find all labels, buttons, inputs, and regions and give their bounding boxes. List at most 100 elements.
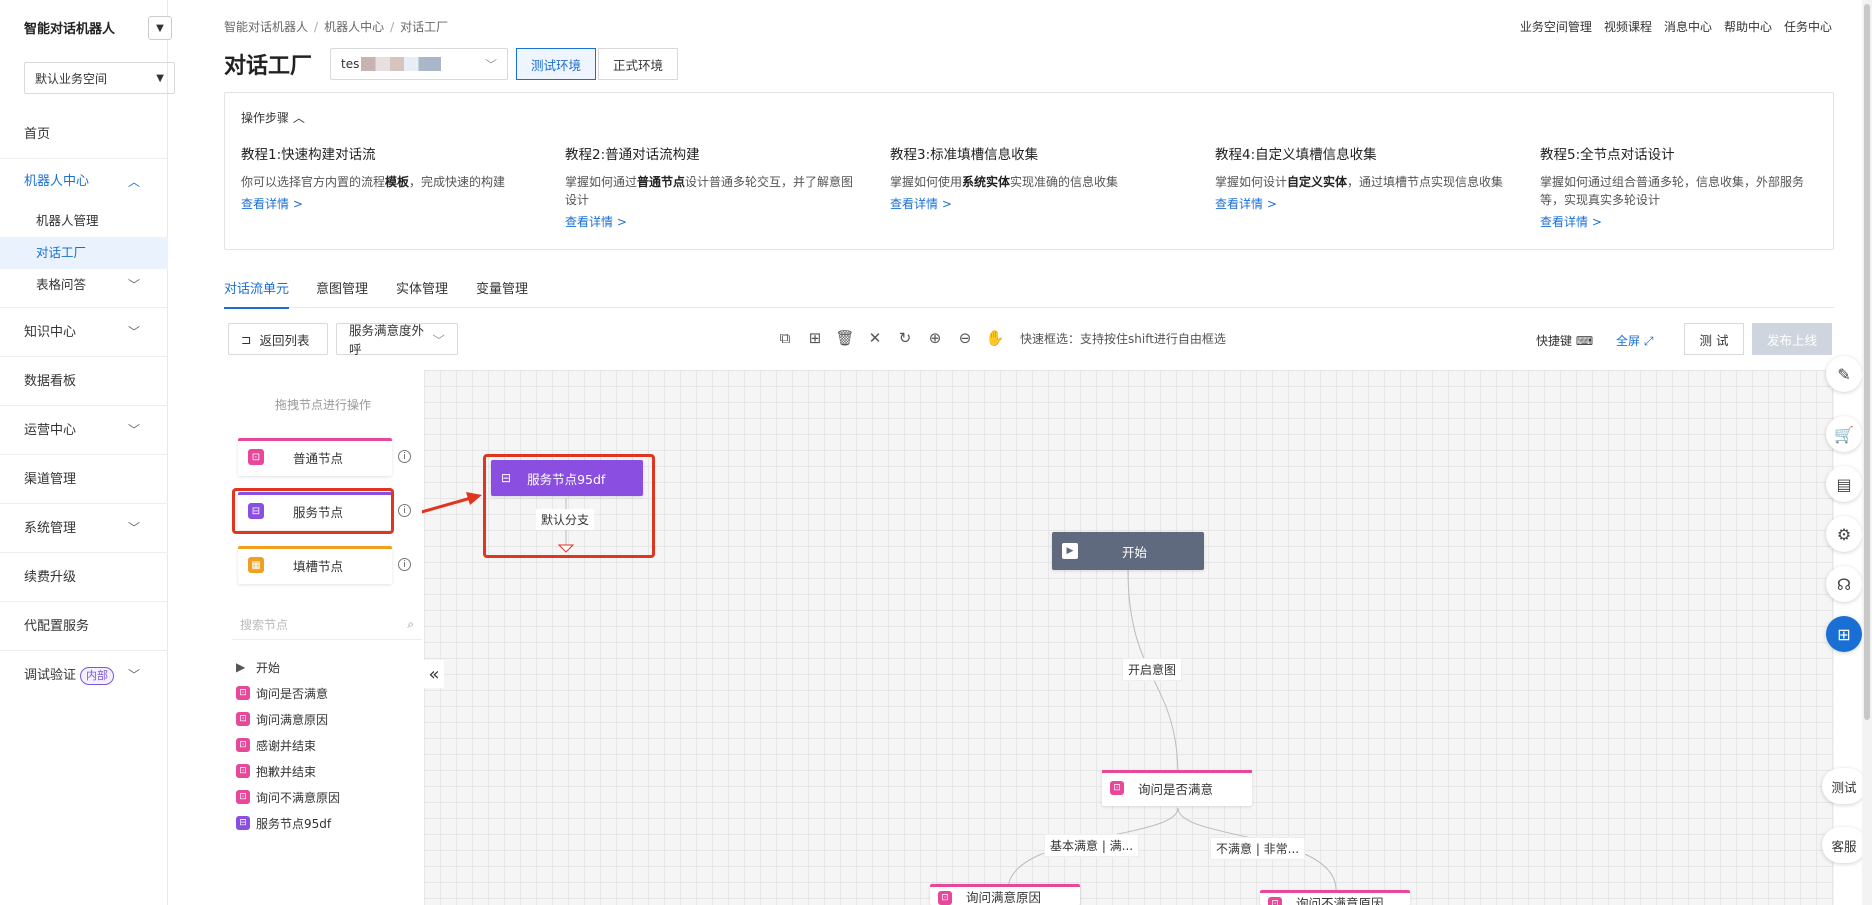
chevron-up-icon: ︿ xyxy=(127,175,140,189)
bot-select[interactable]: tes ﹀ xyxy=(330,48,508,80)
shortcut-button[interactable]: 快捷键 ⌨ xyxy=(1536,332,1593,349)
flow-normal-node[interactable]: ⊡ 询问是否满意 xyxy=(1102,770,1252,806)
tutorial-more-link[interactable]: 查看详情 > xyxy=(1215,195,1515,212)
sidebar-item-operations[interactable]: 运营中心 ﹀ xyxy=(0,406,168,455)
tab-dialog-flow[interactable]: 对话流单元 xyxy=(224,278,290,309)
sidebar-item-bot-management[interactable]: 机器人管理 xyxy=(0,205,168,237)
edge-label-open-intent[interactable]: 开启意图 xyxy=(1122,658,1183,681)
tutorial-more-link[interactable]: 查看详情 > xyxy=(241,195,541,212)
edit-float-button[interactable]: ✎ xyxy=(1826,356,1862,392)
sidebar-item-debug[interactable]: 调试验证 内部 ﹀ xyxy=(0,651,168,700)
flow-select[interactable]: 服务满意度外呼 ﹀ xyxy=(336,323,458,357)
pencil-icon: ✎ xyxy=(1837,364,1851,384)
tree-item-start[interactable]: ▶ 开始 xyxy=(236,654,340,680)
fullscreen-button[interactable]: 全屏 ⤢ xyxy=(1616,332,1653,349)
tree-item-label: 询问是否满意 xyxy=(256,686,329,701)
sidebar-collapse-button[interactable]: ▼ xyxy=(148,16,172,40)
sidebar-item-knowledge[interactable]: 知识中心 ﹀ xyxy=(0,308,168,357)
apps-float-button[interactable]: ⊞ xyxy=(1826,616,1862,652)
edge-label-satisfied[interactable]: 基本满意 | 满... xyxy=(1044,834,1140,857)
tree-item[interactable]: ⊡ 询问是否满意 xyxy=(236,680,340,706)
topnav-help[interactable]: 帮助中心 xyxy=(1724,18,1772,35)
sidebar-item-dashboard[interactable]: 数据看板 xyxy=(0,357,168,406)
scrollbar-thumb[interactable] xyxy=(1864,4,1870,720)
palette-slot-node[interactable]: ▦ 填槽节点 xyxy=(238,546,392,584)
publish-button[interactable]: 发布上线 xyxy=(1752,323,1832,355)
tutorial-more-link[interactable]: 查看详情 > xyxy=(565,213,865,230)
delete-icon[interactable]: 🗑 xyxy=(835,329,854,347)
info-icon[interactable]: i xyxy=(398,504,411,517)
settings-float-button[interactable]: ⚙ xyxy=(1826,516,1862,552)
palette-normal-node[interactable]: ⊡ 普通节点 xyxy=(238,438,392,476)
tutorial-more-link[interactable]: 查看详情 > xyxy=(890,195,1190,212)
slot-icon: ▦ xyxy=(248,557,264,573)
tree-item[interactable]: ⊡ 感谢并结束 xyxy=(236,732,340,758)
flow-normal-node[interactable]: ⊡ 询问满意原因 xyxy=(930,884,1080,905)
hand-icon[interactable]: ✋ xyxy=(986,329,1005,347)
tab-intent[interactable]: 意图管理 xyxy=(316,278,368,307)
tutorial-more-link[interactable]: 查看详情 > xyxy=(1540,213,1825,230)
sidebar-item-bot-center[interactable]: 机器人中心 ︿ xyxy=(0,159,168,205)
sidebar-item-label: 表格问答 xyxy=(36,277,87,292)
flow-start-node[interactable]: ▶ 开始 xyxy=(1052,532,1204,570)
test-button[interactable]: 测 试 xyxy=(1684,323,1744,355)
float-service-button[interactable]: 客服 xyxy=(1822,827,1866,863)
topnav-video[interactable]: 视频课程 xyxy=(1604,18,1652,35)
env-prod-button[interactable]: 正式环境 xyxy=(598,48,679,80)
flow-select-value: 服务满意度外呼 xyxy=(349,323,425,357)
tree-item[interactable]: ⊡ 抱歉并结束 xyxy=(236,758,340,784)
tutorial-desc: 你可以选择官方内置的流程模板，完成快速的构建 xyxy=(241,175,506,189)
close-icon[interactable]: ✕ xyxy=(866,329,884,347)
topnav-messages[interactable]: 消息中心 xyxy=(1664,18,1712,35)
zoom-in-icon[interactable]: ⊕ xyxy=(926,329,944,347)
breadcrumb-item[interactable]: 智能对话机器人 xyxy=(224,20,308,34)
info-icon[interactable]: i xyxy=(398,558,411,571)
tree-item[interactable]: ⊟ 服务节点95df xyxy=(236,810,340,836)
edge-label-unsatisfied[interactable]: 不满意 | 非常... xyxy=(1210,837,1306,860)
topnav-tasks[interactable]: 任务中心 xyxy=(1784,18,1832,35)
sidebar-item-table-qa[interactable]: 表格问答 ﹀ xyxy=(0,269,168,301)
sidebar-item-renewal[interactable]: 续费升级 xyxy=(0,553,168,602)
add-node-icon[interactable]: ⊞ xyxy=(806,329,824,347)
sidebar-item-label: 数据看板 xyxy=(24,374,77,389)
tree-item[interactable]: ⊡ 询问不满意原因 xyxy=(236,784,340,810)
sidebar-item-label: 系统管理 xyxy=(24,521,77,536)
zoom-out-icon[interactable]: ⊖ xyxy=(956,329,974,347)
sidebar-item-label: 渠道管理 xyxy=(24,472,77,487)
info-icon[interactable]: i xyxy=(398,450,411,463)
tutorial-card: 教程4:自定义填槽信息收集 掌握如何设计自定义实体，通过填槽节点实现信息收集 查… xyxy=(1215,143,1515,212)
sidebar-item-config-service[interactable]: 代配置服务 xyxy=(0,602,168,651)
workspace-select[interactable]: 默认业务空间 ▼ xyxy=(24,62,175,94)
flow-service-node[interactable]: ⊟ 服务节点95df xyxy=(491,460,643,496)
steps-panel-toggle[interactable]: 操作步骤 ︿ xyxy=(241,109,305,126)
flow-canvas[interactable] xyxy=(424,370,1834,905)
apps-icon: ⊞ xyxy=(1837,624,1851,644)
sidebar-item-system[interactable]: 系统管理 ﹀ xyxy=(0,504,168,553)
refresh-icon[interactable]: ↻ xyxy=(896,329,914,347)
breadcrumb-item[interactable]: 机器人中心 xyxy=(324,20,384,34)
sidebar-item-home[interactable]: 首页 xyxy=(0,110,168,159)
node-search-input[interactable]: 搜索节点 ⌕ xyxy=(232,610,422,640)
topnav-workspace[interactable]: 业务空间管理 xyxy=(1520,18,1592,35)
node-color-bar xyxy=(1102,770,1252,773)
tab-variable[interactable]: 变量管理 xyxy=(476,278,528,307)
headset-float-button[interactable]: ☊ xyxy=(1826,566,1862,602)
cart-float-button[interactable]: 🛒 xyxy=(1826,416,1862,452)
flow-normal-node[interactable]: ⊡ 询问不满意原因 xyxy=(1260,890,1410,905)
collapse-panel-button[interactable]: « xyxy=(424,660,444,688)
doc-float-button[interactable]: ▤ xyxy=(1826,466,1862,502)
sidebar-item-dialog-factory[interactable]: 对话工厂 xyxy=(0,237,168,269)
tab-entity[interactable]: 实体管理 xyxy=(396,278,448,307)
copy-icon[interactable]: ⧉ xyxy=(776,329,794,347)
tree-item-label: 服务节点95df xyxy=(256,816,332,831)
float-test-button[interactable]: 测试 xyxy=(1822,768,1866,804)
default-branch-label[interactable]: 默认分支 xyxy=(536,509,595,530)
palette-node-label: 填槽节点 xyxy=(292,558,343,574)
flow-node-label: 询问不满意原因 xyxy=(1296,896,1384,905)
sidebar-item-channels[interactable]: 渠道管理 xyxy=(0,455,168,504)
page-scrollbar[interactable] xyxy=(1862,0,1872,905)
back-to-list-button[interactable]: ⊐ 返回列表 xyxy=(228,323,328,355)
env-test-button[interactable]: 测试环境 xyxy=(516,48,597,80)
node-color-bar xyxy=(238,546,392,549)
tree-item[interactable]: ⊡ 询问满意原因 xyxy=(236,706,340,732)
